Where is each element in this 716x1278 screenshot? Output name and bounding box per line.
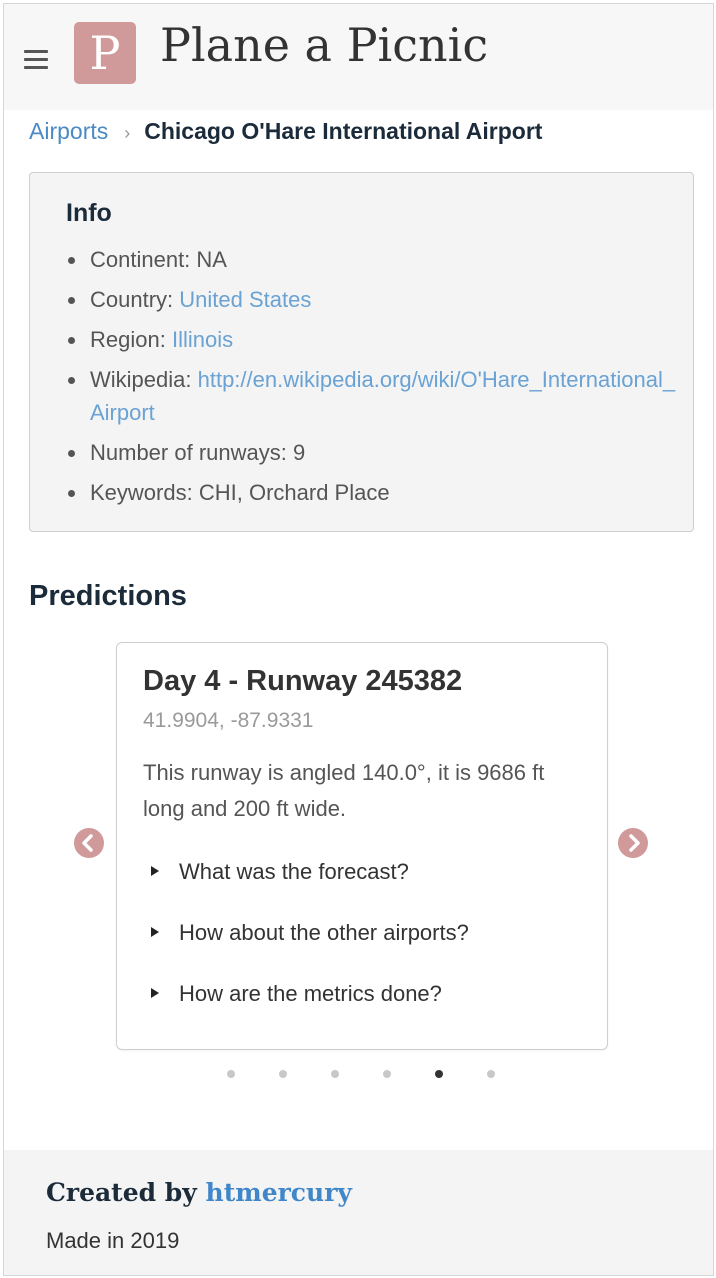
info-list: Continent: NA Country: United States Reg… — [66, 243, 684, 516]
question-other-airports[interactable]: How about the other airports? — [151, 920, 469, 946]
card-coordinates: 41.9904, -87.9331 — [143, 709, 314, 732]
breadcrumb-airports-link[interactable]: Airports — [29, 118, 108, 144]
triangle-right-icon — [151, 988, 159, 999]
question-forecast[interactable]: What was the forecast? — [151, 859, 409, 885]
carousel-prev-button[interactable] — [74, 828, 104, 858]
info-wikipedia: Wikipedia: http://en.wikipedia.org/wiki/… — [68, 363, 684, 429]
info-continent: Continent: NA — [68, 243, 684, 276]
continent-value: NA — [196, 247, 227, 272]
made-in: Made in 2019 — [46, 1228, 180, 1253]
card-description: This runway is angled 140.0°, it is 9686… — [143, 760, 545, 821]
author-link[interactable]: htmercury — [206, 1178, 352, 1207]
question-label: What was the forecast? — [179, 859, 409, 884]
carousel-dot[interactable] — [227, 1070, 235, 1078]
runways-value: 9 — [292, 440, 306, 465]
carousel-dot[interactable] — [279, 1070, 287, 1078]
predictions-title: Predictions — [29, 580, 187, 612]
footer: Created by htmercury Made in 2019 — [4, 1150, 713, 1275]
triangle-right-icon — [151, 927, 159, 938]
breadcrumb-current: Chicago O'Hare International Airport — [144, 118, 543, 144]
carousel-dot[interactable] — [331, 1070, 339, 1078]
country-label: Country: — [90, 287, 174, 312]
chevron-left-icon — [82, 834, 93, 852]
carousel-dot[interactable] — [435, 1070, 443, 1078]
question-label: How about the other airports? — [179, 920, 469, 945]
hamburger-menu-icon[interactable] — [24, 50, 48, 70]
continent-label: Continent: — [90, 247, 191, 272]
question-metrics[interactable]: How are the metrics done? — [151, 981, 442, 1007]
card-title: Day 4 - Runway 245382 — [143, 665, 463, 697]
carousel-dots — [4, 1070, 713, 1082]
runways-label: Number of runways: — [90, 440, 287, 465]
info-keywords: Keywords: CHI, Orchard Place — [68, 476, 684, 509]
created-by-label: Created by — [46, 1178, 197, 1207]
keywords-value: CHI, Orchard Place — [198, 480, 390, 505]
prediction-card: Day 4 - Runway 245382 41.9904, -87.9331 … — [116, 642, 608, 1050]
info-title: Info — [66, 199, 112, 227]
carousel-dot[interactable] — [487, 1070, 495, 1078]
breadcrumb-separator-icon: › — [124, 123, 131, 143]
wikipedia-label: Wikipedia: — [90, 367, 192, 392]
page-frame: P Plane a Picnic Airports › Chicago O'Hare… — [3, 3, 714, 1276]
breadcrumb: Airports › Chicago O'Hare International Ai… — [29, 118, 542, 145]
region-link[interactable]: Illinois — [172, 327, 233, 352]
country-link[interactable]: United States — [179, 287, 311, 312]
question-label: How are the metrics done? — [179, 981, 442, 1006]
triangle-right-icon — [151, 866, 159, 877]
site-title[interactable]: Plane a Picnic — [160, 18, 488, 72]
created-by: Created by htmercury — [46, 1178, 352, 1207]
info-country: Country: United States — [68, 283, 684, 316]
carousel-dot[interactable] — [383, 1070, 391, 1078]
chevron-right-icon — [629, 834, 640, 852]
info-panel: Info Continent: NA Country: United State… — [29, 172, 694, 532]
info-region: Region: Illinois — [68, 323, 684, 356]
header: P Plane a Picnic — [4, 4, 713, 110]
logo[interactable]: P — [74, 22, 136, 84]
region-label: Region: — [90, 327, 166, 352]
keywords-label: Keywords: — [90, 480, 193, 505]
info-runways: Number of runways: 9 — [68, 436, 684, 469]
carousel-next-button[interactable] — [618, 828, 648, 858]
